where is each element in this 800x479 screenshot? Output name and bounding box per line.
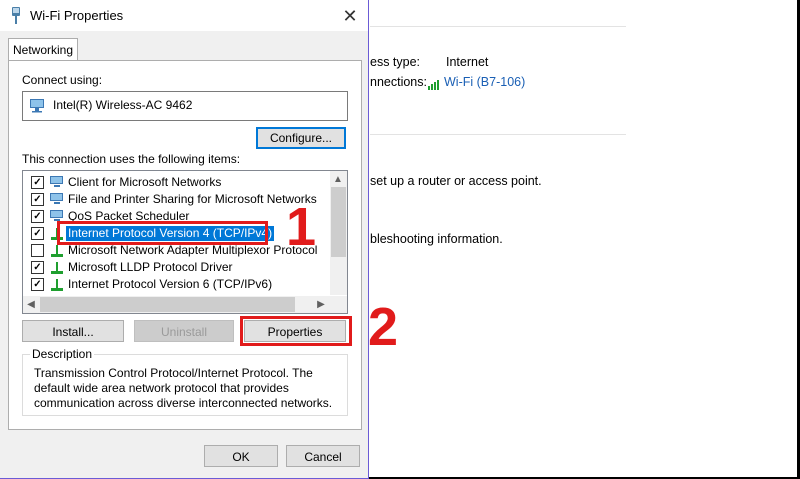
adapter-name: Intel(R) Wireless-AC 9462 [53,98,193,112]
scroll-right-icon[interactable]: ▶ [313,296,329,313]
item-checkbox[interactable]: ✓ [31,176,44,189]
scroll-up-icon[interactable]: ▲ [330,171,346,188]
scroll-thumb[interactable] [40,297,295,312]
client-icon [50,176,63,187]
list-item[interactable]: ✓ Client for Microsoft Networks [23,174,328,191]
access-type-label: ess type: [370,55,421,69]
divider [370,134,626,135]
network-adapter-icon [12,7,20,24]
troubleshoot-text: bleshooting information. [370,232,503,246]
items-label: This connection uses the following items… [22,152,241,166]
step-2-label: 2 [368,297,399,357]
install-button[interactable]: Install... [22,320,124,342]
title-bar: Wi-Fi Properties ✕ [0,0,368,31]
scroll-thumb[interactable] [331,187,346,257]
list-item[interactable]: ✓ Microsoft LLDP Protocol Driver [23,259,328,276]
ok-button[interactable]: OK [204,445,278,467]
list-item[interactable]: ✓ File and Printer Sharing for Microsoft… [23,191,328,208]
adapter-field: Intel(R) Wireless-AC 9462 [22,91,348,121]
step-1-label: 1 [286,197,317,257]
connections-label: nnections: [370,75,427,89]
protocol-icon [51,245,63,257]
horizontal-scrollbar[interactable]: ◀ ▶ [23,296,347,313]
sharing-icon [50,193,63,204]
item-checkbox[interactable]: ✓ [31,278,44,291]
router-text: set up a router or access point. [370,174,542,188]
highlight-box-ipv4 [57,221,268,245]
item-checkbox[interactable]: ✓ [31,261,44,274]
scroll-left-icon[interactable]: ◀ [23,296,39,313]
item-label: Internet Protocol Version 6 (TCP/IPv6) [68,277,273,291]
item-label: Microsoft LLDP Protocol Driver [68,260,233,274]
item-checkbox[interactable]: ✓ [31,193,44,206]
list-item[interactable]: ✓ Internet Protocol Version 6 (TCP/IPv6) [23,276,328,293]
network-adapter-icon [30,99,44,113]
protocol-icon [51,262,63,274]
configure-button[interactable]: Configure... [256,127,346,149]
description-legend: Description [30,347,95,361]
item-checkbox[interactable]: ✓ [31,227,44,240]
item-label: Microsoft Network Adapter Multiplexor Pr… [68,243,318,257]
vertical-scrollbar[interactable]: ▲ [330,171,347,295]
connect-using-label: Connect using: [22,73,103,87]
item-checkbox[interactable] [31,244,44,257]
close-button[interactable]: ✕ [336,3,364,29]
item-checkbox[interactable]: ✓ [31,210,44,223]
item-label: Client for Microsoft Networks [68,175,222,189]
uninstall-button[interactable]: Uninstall [134,320,234,342]
wifi-signal-icon [428,76,440,90]
connections-link[interactable]: Wi-Fi (B7-106) [428,75,525,90]
cancel-button[interactable]: Cancel [286,445,360,467]
protocol-icon [51,279,63,291]
item-label: File and Printer Sharing for Microsoft N… [68,192,317,206]
dialog-title: Wi-Fi Properties [30,8,124,23]
connection-name: Wi-Fi (B7-106) [444,75,526,89]
divider [370,26,626,27]
access-type-value: Internet [446,55,489,69]
description-text: Transmission Control Protocol/Internet P… [34,366,333,410]
highlight-box-properties [240,316,352,346]
tab-networking[interactable]: Networking [8,38,78,61]
